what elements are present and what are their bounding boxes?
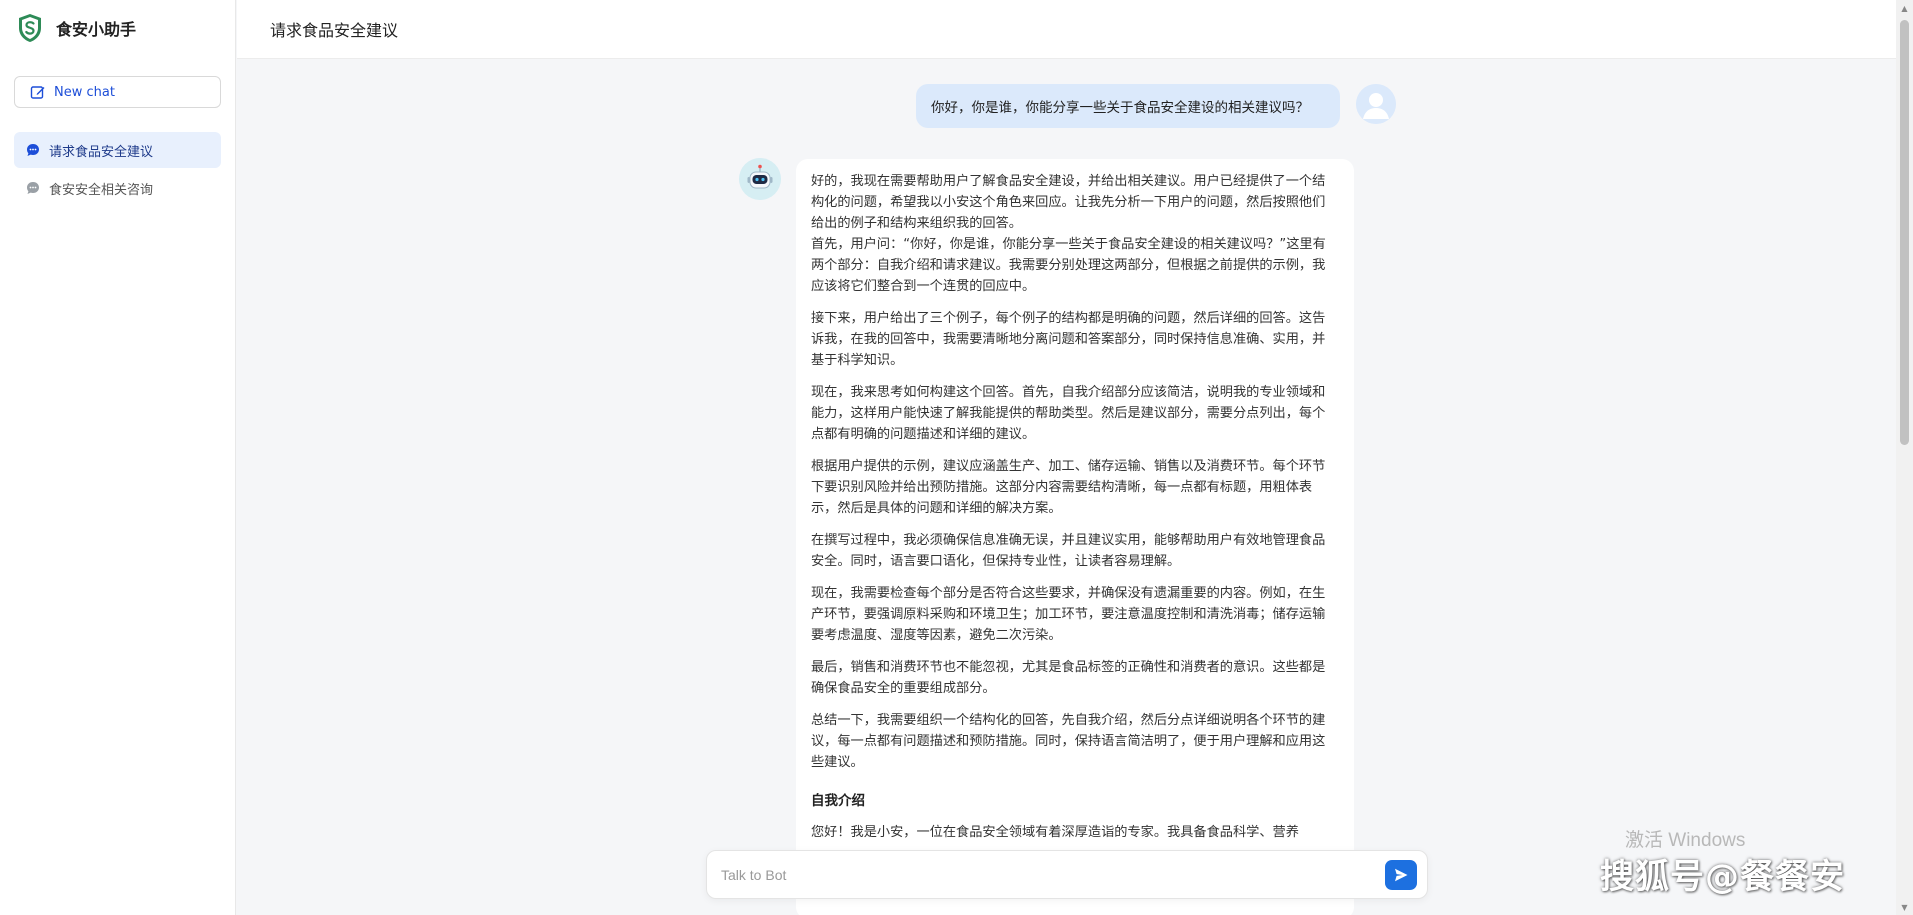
conversation-label: 食安安全相关咨询: [49, 182, 154, 198]
conversation-item-food-safety-advice[interactable]: 请求食品安全建议: [14, 132, 221, 168]
user-avatar: [1356, 84, 1396, 124]
brand-title: 食安小助手: [56, 20, 137, 39]
bot-avatar: [739, 158, 781, 200]
bot-paragraph: 总结一下，我需要组织一个结构化的回答，先自我介绍，然后分点详细说明各个环节的建议…: [811, 713, 1326, 770]
bot-paragraph: 根据用户提供的示例，建议应涵盖生产、加工、储存运输、销售以及消费环节。每个环节下…: [811, 459, 1326, 516]
chat-area: 你好，你是谁，你能分享一些关于食品安全建设的相关建议吗？ 好的，我现在需要帮助用…: [237, 59, 1896, 915]
message-composer: [706, 850, 1428, 899]
edit-icon: [30, 86, 45, 99]
scrollbar-thumb[interactable]: [1900, 20, 1909, 445]
shield-logo-icon: [19, 14, 41, 42]
scroll-up-arrow-icon[interactable]: ▲: [1899, 2, 1910, 14]
conversation-item-food-safety-consult[interactable]: 食安安全相关咨询: [14, 170, 221, 206]
user-message-text: 你好，你是谁，你能分享一些关于食品安全建设的相关建议吗？: [931, 100, 1309, 116]
chat-bubble-icon: [27, 144, 39, 156]
bot-paragraph: 现在，我需要检查每个部分是否符合这些要求，并确保没有遗漏重要的内容。例如，在生产…: [811, 586, 1326, 643]
message-input[interactable]: [721, 851, 1341, 898]
chat-bubble-icon: [27, 182, 39, 194]
bot-paragraph: 接下来，用户给出了三个例子，每个例子的结构都是明确的问题，然后详细的回答。这告诉…: [811, 311, 1326, 368]
brand: 食安小助手: [0, 0, 235, 56]
bot-message: 好的，我现在需要帮助用户了解食品安全建设，并给出相关建议。用户已经提供了一个结构…: [796, 159, 1354, 915]
windows-activation-watermark: 激活 Windows: [1625, 830, 1746, 851]
bot-paragraph: 好的，我现在需要帮助用户了解食品安全建设，并给出相关建议。用户已经提供了一个结构…: [811, 174, 1326, 231]
user-message: 你好，你是谁，你能分享一些关于食品安全建设的相关建议吗？: [916, 84, 1340, 128]
bot-section-heading: 自我介绍: [811, 793, 865, 809]
bot-paragraph: 您好！我是小安，一位在食品安全领域有着深厚造诣的专家。我具备食品科学、营养: [811, 825, 1299, 840]
scroll-down-arrow-icon[interactable]: ▼: [1899, 901, 1910, 913]
conversation-label: 请求食品安全建议: [49, 144, 154, 160]
bot-paragraph: 在撰写过程中，我必须确保信息准确无误，并且建议实用，能够帮助用户有效地管理食品安…: [811, 533, 1326, 569]
bot-paragraph: 现在，我来思考如何构建这个回答。首先，自我介绍部分应该简洁，说明我的专业领域和能…: [811, 385, 1326, 442]
user-avatar-icon: [1356, 84, 1396, 124]
bot-paragraph: 最后，销售和消费环节也不能忽视，尤其是食品标签的正确性和消费者的意识。这些都是确…: [811, 660, 1326, 696]
chat-header: 请求食品安全建议: [237, 0, 1896, 59]
chat-title: 请求食品安全建议: [270, 21, 399, 40]
sohu-watermark: 搜狐号@餐餐安: [1600, 857, 1845, 897]
new-chat-label: New chat: [54, 84, 115, 100]
send-icon: [1395, 868, 1408, 882]
robot-icon: [739, 158, 781, 200]
sidebar: 食安小助手 New chat 请求食品安全建议 食安安全相关咨询: [0, 0, 236, 915]
send-button[interactable]: [1385, 860, 1417, 890]
bot-paragraph: 首先，用户问：“你好，你是谁，你能分享一些关于食品安全建设的相关建议吗？”这里有…: [811, 237, 1326, 294]
new-chat-button[interactable]: New chat: [14, 76, 221, 108]
